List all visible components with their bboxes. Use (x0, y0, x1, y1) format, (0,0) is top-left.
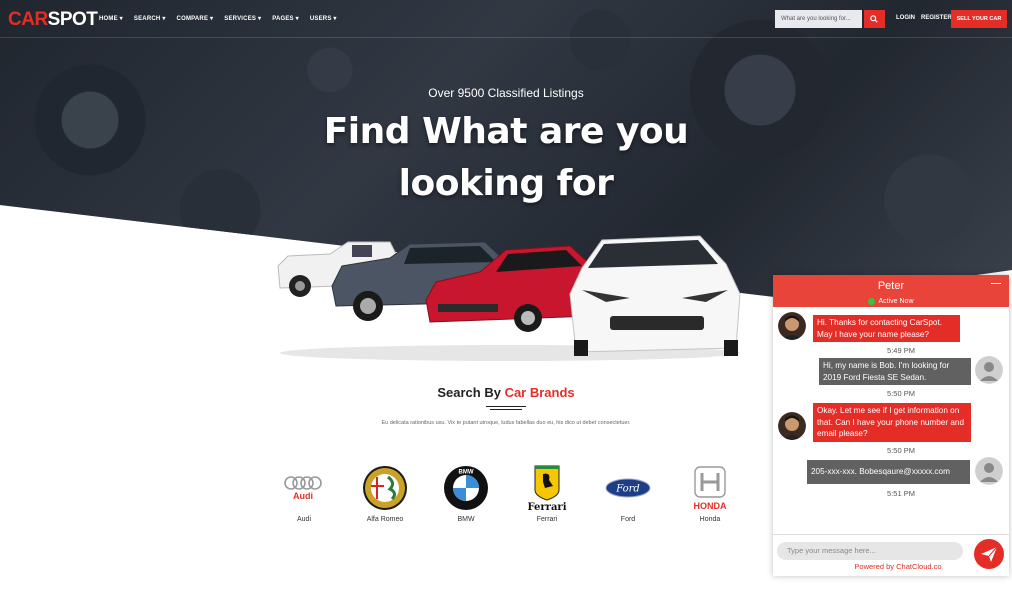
search-button[interactable] (864, 10, 885, 28)
brand-ford[interactable]: Ford Ford (598, 463, 658, 523)
search-input[interactable]: What are you looking for... (775, 10, 862, 28)
cars-image (277, 235, 741, 361)
menu-item-services[interactable]: SERVICES ▾ (224, 15, 261, 22)
brand-audi[interactable]: Audi Audi (274, 463, 334, 523)
chat-message-user: Hi, my name is Bob. I'm looking for 2019… (819, 358, 971, 385)
main-menu: HOME ▾ SEARCH ▾ COMPARE ▾ SERVICES ▾ PAG… (99, 15, 337, 22)
hero-title: Find What are you looking for (323, 111, 689, 204)
chat-widget: Peter Active Now Hi. Thanks for contacti… (773, 275, 1009, 576)
online-status-icon (868, 298, 876, 305)
chat-agent-name: Peter (877, 280, 905, 292)
agent-avatar (778, 412, 806, 440)
menu-item-compare[interactable]: COMPARE ▾ (177, 15, 214, 22)
site-logo[interactable]: CARSPOT (8, 9, 98, 31)
page: CARSPOT HOME ▾ SEARCH ▾ COMPARE ▾ SERVIC… (0, 0, 1012, 598)
chat-message-user: 205-xxx-xxx. Bobesqaure@xxxxx.com (807, 460, 970, 484)
top-navbar: CARSPOT HOME ▾ SEARCH ▾ COMPARE ▾ SERVIC… (0, 0, 1012, 38)
audi-logo-icon: Audi (284, 476, 322, 501)
message-time: 5:49 PM (887, 346, 915, 355)
brand-bmw[interactable]: BMW BMW (436, 463, 496, 523)
honda-logo-icon: HONDA (694, 466, 727, 511)
brand-ferrari[interactable]: Ferrari Ferrari (517, 463, 577, 523)
alfa-romeo-logo-icon (363, 466, 407, 510)
svg-text:HONDA: HONDA (694, 501, 727, 511)
chat-message-agent: Hi. Thanks for contacting CarSpot. May I… (813, 315, 960, 342)
ford-logo-icon: Ford (605, 478, 651, 498)
brand-honda[interactable]: HONDA Honda (680, 463, 740, 523)
message-time: 5:51 PM (887, 489, 915, 498)
user-avatar (975, 457, 1003, 485)
menu-item-home[interactable]: HOME ▾ (99, 15, 123, 22)
svg-text:BMW: BMW (459, 470, 474, 476)
chat-message-input[interactable]: Type your message here... (777, 542, 963, 560)
powered-by-link[interactable]: Powered by ChatCloud.co (773, 562, 1009, 571)
menu-item-users[interactable]: USERS ▾ (310, 15, 337, 22)
bmw-logo-icon: BMW (444, 466, 488, 510)
chat-status: Active Now (868, 298, 914, 305)
agent-avatar (778, 312, 806, 340)
menu-item-pages[interactable]: PAGES ▾ (272, 15, 299, 22)
chat-message-agent: Okay. Let me see if I get information on… (813, 403, 971, 442)
ferrari-logo-icon: Ferrari (528, 465, 567, 512)
menu-item-search[interactable]: SEARCH ▾ (134, 15, 166, 22)
sell-your-car-button[interactable]: SELL YOUR CAR (951, 10, 1007, 28)
login-link[interactable]: LOGIN (896, 15, 915, 21)
search-icon (870, 15, 878, 23)
hero-subtitle: Over 9500 Classified Listings (428, 86, 584, 100)
register-link[interactable]: REGISTER (921, 15, 952, 21)
svg-text:Ferrari: Ferrari (528, 502, 567, 512)
minimize-icon[interactable] (991, 283, 1001, 284)
brand-alfa-romeo[interactable]: Alfa Romeo (355, 463, 415, 523)
brands-section-title: Search By Car Brands (437, 385, 575, 400)
svg-text:Audi: Audi (293, 491, 313, 501)
message-time: 5:50 PM (887, 446, 915, 455)
message-time: 5:50 PM (887, 389, 915, 398)
chat-header[interactable]: Peter Active Now (773, 275, 1009, 307)
brands-description: Eu delicata rationibus usu. Vix te putan… (381, 420, 631, 426)
svg-text:Ford: Ford (615, 484, 640, 495)
title-divider (486, 406, 526, 407)
user-avatar (975, 356, 1003, 384)
